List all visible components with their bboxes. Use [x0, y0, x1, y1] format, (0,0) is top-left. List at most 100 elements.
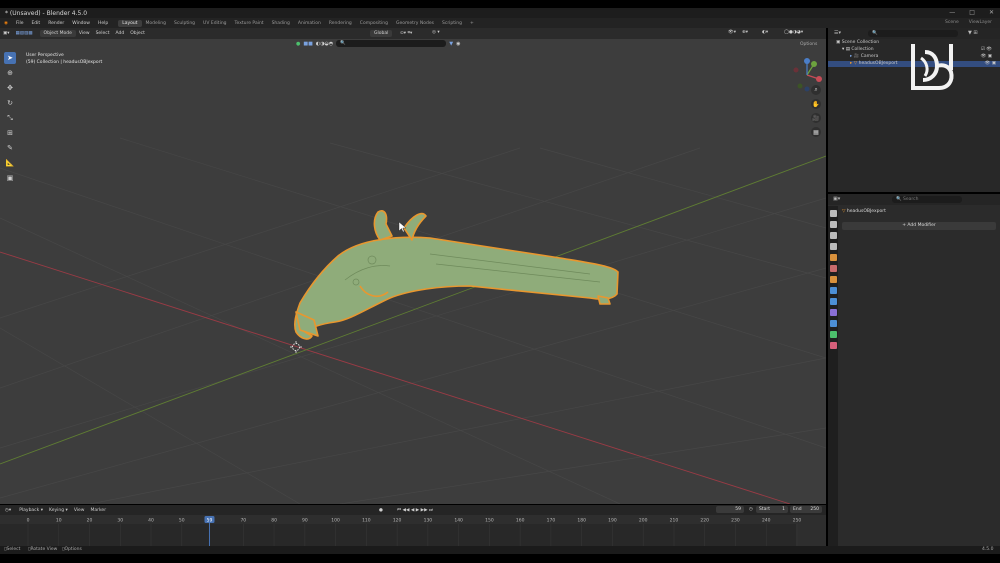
tab-rendering[interactable]: Rendering: [325, 20, 356, 27]
properties-search-input[interactable]: 🔍 Search: [892, 196, 962, 203]
filter-icons[interactable]: ◐◑◒◓: [316, 41, 333, 47]
3d-viewport[interactable]: ▣▾ ▦▧▨▩ Object Mode View Select Add Obje…: [0, 28, 826, 504]
select-box-tool-icon[interactable]: ➤: [4, 52, 16, 64]
viewport-overlay-bar: ● ■■ ◐◑◒◓ 🔍 ▼ ◉: [296, 40, 461, 47]
tab-scripting[interactable]: Scripting: [438, 20, 466, 27]
menu-window[interactable]: Window: [68, 21, 94, 26]
autokey-icon[interactable]: ●: [376, 508, 386, 513]
window-title: * (Unsaved) - Blender 4.5.0: [5, 10, 88, 17]
blender-logo-icon[interactable]: ◉: [0, 21, 12, 26]
navigation-tools: ⌕ ✋ 🎥 ▦: [811, 85, 821, 137]
tab-modifiers-icon[interactable]: [829, 287, 837, 294]
collection-info: (59) Collection | headusOBJexport: [26, 60, 103, 65]
menu-file[interactable]: File: [12, 21, 28, 26]
viewport-search-input[interactable]: 🔍: [336, 40, 447, 47]
menu-select[interactable]: Select: [93, 31, 113, 36]
end-frame-field[interactable]: End 250: [790, 506, 822, 513]
scene-selector[interactable]: Scene: [945, 20, 959, 25]
annotate-tool-icon[interactable]: ✎: [4, 142, 16, 154]
tab-modeling[interactable]: Modeling: [142, 20, 170, 27]
tab-material-icon[interactable]: [829, 342, 837, 349]
tab-compositing[interactable]: Compositing: [356, 20, 392, 27]
add-workspace-button[interactable]: +: [466, 20, 478, 27]
select-mode-icons[interactable]: ▦▧▨▩: [13, 31, 36, 36]
rotate-tool-icon[interactable]: ↻: [4, 97, 16, 109]
filter-funnel-icon[interactable]: ▼: [449, 41, 453, 47]
timeline-tick-label: 190: [608, 518, 617, 524]
gizmo-toggle-icon[interactable]: ⊕▾: [742, 30, 748, 35]
add-cube-tool-icon[interactable]: ▣: [4, 172, 16, 184]
outliner-filter-icon[interactable]: ▼ ⊞: [968, 30, 978, 36]
perspective-toggle-icon[interactable]: ▦: [811, 127, 821, 137]
current-frame-field[interactable]: 59: [716, 506, 744, 513]
timeline-track[interactable]: 0 10 20 30 40 50 59 70 80 90 100 110 120 130 140 150 160…: [0, 515, 826, 546]
move-tool-icon[interactable]: ✥: [4, 82, 16, 94]
timeline-tick-label: 200: [639, 518, 648, 524]
restrict-icon[interactable]: ◉: [456, 41, 460, 47]
tool-icons[interactable]: ■■: [303, 41, 312, 47]
menu-object[interactable]: Object: [127, 31, 148, 36]
measure-tool-icon[interactable]: 📐: [4, 157, 16, 169]
mode-selector[interactable]: Object Mode: [39, 30, 76, 37]
tab-view-layer-icon[interactable]: [829, 243, 837, 250]
visibility-eye-icon[interactable]: ☑ 👁: [981, 47, 992, 52]
pan-hand-icon[interactable]: ✋: [811, 99, 821, 109]
visibility-eye-icon[interactable]: 👁 ▣: [981, 54, 992, 59]
tab-particles-icon[interactable]: [829, 298, 837, 305]
cursor-tool-icon[interactable]: ⊕: [4, 67, 16, 79]
timeline-editor-icon[interactable]: ◷▾: [0, 508, 16, 513]
visibility-eye-icon[interactable]: 👁 ▣: [985, 61, 996, 66]
proportional-edit-icon[interactable]: ◎ ▾: [432, 30, 440, 35]
menu-keying[interactable]: Keying ▾: [46, 508, 71, 513]
scale-tool-icon[interactable]: ⤡: [4, 112, 16, 124]
tab-shading[interactable]: Shading: [268, 20, 294, 27]
outliner-search-input[interactable]: 🔍: [868, 30, 958, 37]
minimize-button[interactable]: —: [949, 9, 955, 16]
tab-geometry-nodes[interactable]: Geometry Nodes: [392, 20, 438, 27]
menu-view[interactable]: View: [71, 508, 88, 513]
menu-render[interactable]: Render: [44, 21, 68, 26]
menu-view[interactable]: View: [76, 31, 93, 36]
maximize-button[interactable]: □: [969, 9, 975, 16]
tab-data-icon[interactable]: [829, 331, 837, 338]
tab-uv-editing[interactable]: UV Editing: [199, 20, 230, 27]
tab-sculpting[interactable]: Sculpting: [170, 20, 199, 27]
menu-playback[interactable]: Playback ▾: [16, 508, 46, 513]
start-frame-field[interactable]: Start 1: [756, 506, 788, 513]
tab-output-icon[interactable]: [829, 232, 837, 239]
shading-mode-icons[interactable]: ◯●◑◕▾: [784, 30, 803, 35]
snap-icon[interactable]: ●: [296, 41, 300, 47]
tab-animation[interactable]: Animation: [294, 20, 325, 27]
tab-render-icon[interactable]: [829, 221, 837, 228]
tab-scene-icon[interactable]: [829, 254, 837, 261]
zoom-icon[interactable]: ⌕: [811, 85, 821, 95]
outliner-editor-icon[interactable]: ☰▾: [834, 30, 841, 36]
camera-view-icon[interactable]: 🎥: [811, 113, 821, 123]
pivot-icon[interactable]: ⊙▾ ⌗▾: [400, 30, 412, 36]
menu-marker[interactable]: Marker: [88, 508, 110, 513]
viewlayer-selector[interactable]: ViewLayer: [969, 20, 992, 25]
menu-edit[interactable]: Edit: [27, 21, 44, 26]
add-modifier-button[interactable]: + Add Modifier: [842, 222, 996, 230]
tab-layout[interactable]: Layout: [118, 19, 142, 27]
tab-texture-paint[interactable]: Texture Paint: [231, 20, 268, 27]
playback-controls[interactable]: ⏮ ◀◀ ◀ ▶ ▶▶ ⏭: [394, 507, 436, 513]
tab-physics-icon[interactable]: [829, 309, 837, 316]
tab-constraints-icon[interactable]: [829, 320, 837, 327]
transform-orientation-selector[interactable]: Global: [370, 30, 393, 37]
tab-world-icon[interactable]: [829, 265, 837, 272]
transform-tool-icon[interactable]: ⊞: [4, 127, 16, 139]
options-dropdown[interactable]: Options: [800, 42, 817, 47]
viewport-info: User Perspective (59) Collection | headu…: [26, 52, 102, 66]
visibility-icon[interactable]: 👁▾: [728, 30, 736, 35]
tab-object-icon[interactable]: [829, 276, 837, 283]
preview-range-icon[interactable]: ◷: [749, 507, 753, 512]
close-button[interactable]: ✕: [989, 9, 994, 16]
menu-add[interactable]: Add: [112, 31, 127, 36]
editor-type-icon[interactable]: ▣▾: [0, 31, 13, 36]
timeline-tick-label: 180: [577, 518, 586, 524]
overlay-toggle-icon[interactable]: ◐▾: [762, 30, 768, 35]
tab-tool-icon[interactable]: [829, 210, 837, 217]
menu-help[interactable]: Help: [94, 21, 112, 26]
properties-editor-icon[interactable]: ▣▾: [833, 196, 840, 202]
